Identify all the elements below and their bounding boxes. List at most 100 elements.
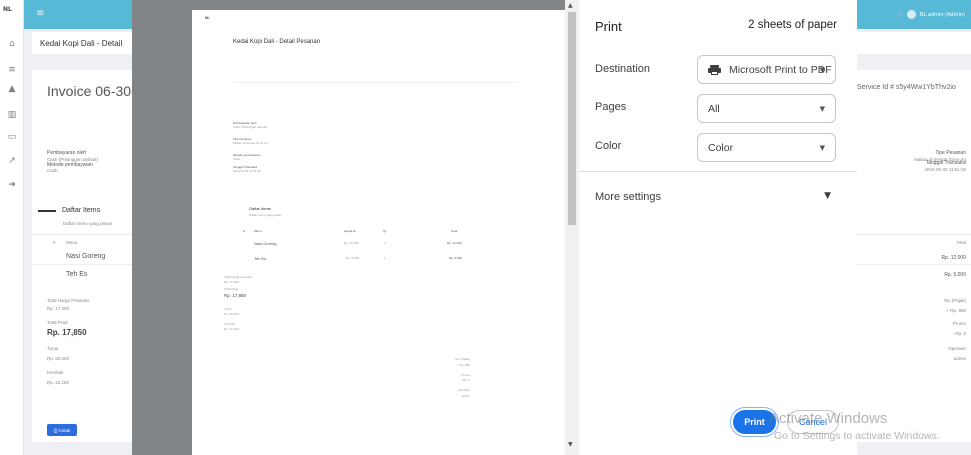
activate-windows-title: Activate Windows xyxy=(769,410,888,427)
scroll-down-icon[interactable]: ▼ xyxy=(568,441,573,448)
item1-total: Rp. 12.000 xyxy=(941,255,966,261)
operator-label: Operator xyxy=(948,346,966,351)
col-total: Total xyxy=(956,240,966,245)
transaction-date-label: Tanggal Transaksi xyxy=(925,160,966,166)
chevron-down-icon: ▼ xyxy=(819,144,825,152)
preview-divider xyxy=(233,82,518,83)
avatar xyxy=(906,10,916,19)
pages-value: All xyxy=(708,102,720,115)
preview-col-price: Harga at xyxy=(344,229,356,233)
row-divider xyxy=(32,264,132,265)
activate-windows-subtitle: Go to Settings to activate Windows. xyxy=(774,430,940,442)
table-header-divider-right xyxy=(855,234,971,235)
color-value: Color xyxy=(708,141,734,154)
invoice-title: Invoice 06-30-2 xyxy=(47,83,144,99)
expand-chevron-icon[interactable]: ▼ xyxy=(824,191,831,201)
preview-cash-value: Rp. 50,000 xyxy=(224,312,239,316)
preview-paid-by-value: Cash (Pelanggan default) xyxy=(233,125,268,129)
color-select[interactable]: Color ▼ xyxy=(697,133,836,162)
preview-total-order-value: Rp. 17.000 xyxy=(224,280,239,284)
payment-method-value: Cash xyxy=(47,168,58,173)
preview-date-value: 2024-06-30 11:51:26 xyxy=(233,169,261,173)
items-subtitle: Daftar menu yang pesan xyxy=(63,221,113,226)
transaction-date-value: 2024-06-30 11:51:26 xyxy=(924,167,966,172)
user-menu[interactable]: ◌ NL admin (Admin) xyxy=(898,10,965,19)
pages-label: Pages xyxy=(595,101,627,113)
preview-tax-value: + Rp. 850 xyxy=(456,363,470,367)
preview-col-qty: Qt xyxy=(383,229,387,233)
order-type-label: Tipe Pesanan xyxy=(935,150,966,156)
preview-row1-menu: Nasi Goreng xyxy=(254,241,277,246)
preview-row2-menu: Teh Es xyxy=(254,256,267,261)
more-settings-toggle[interactable]: More settings xyxy=(595,191,661,203)
chevron-down-icon: ▼ xyxy=(819,66,825,74)
total-order-value: Rp. 17.000 xyxy=(47,306,70,311)
preview-cash-label: Tunai xyxy=(224,307,232,311)
item1-menu: Nasi Goreng xyxy=(66,253,106,260)
preview-payment-value: Cash xyxy=(233,157,241,161)
breadcrumb-right xyxy=(855,32,971,54)
tax-value: + Rp. 850 xyxy=(946,308,966,313)
app-logo: NL xyxy=(3,6,12,13)
promo-label: Promo xyxy=(952,321,966,326)
item2-menu: Teh Es xyxy=(66,271,88,278)
chart-icon[interactable]: ↗ xyxy=(7,157,17,166)
preview-items-title: Daftar Items xyxy=(249,206,271,211)
preview-row2-qty: 1 xyxy=(384,256,386,260)
preview-col-no: # xyxy=(243,229,245,233)
print-title: Print xyxy=(595,19,622,34)
service-id: Service Id # s5y4Ww1YbThv2io xyxy=(857,84,956,91)
destination-value: Microsoft Print to PDF xyxy=(729,63,832,76)
cetak-label: Cetak xyxy=(58,427,71,433)
color-label: Color xyxy=(595,140,622,152)
preview-logo: NL xyxy=(205,16,210,20)
item2-total: Rp. 5.000 xyxy=(944,272,966,278)
scroll-up-icon[interactable]: ▲ xyxy=(568,2,573,9)
breadcrumb-title: Kedai Kopi Dali - Detail xyxy=(40,39,123,48)
preview-row1-qty: 1 xyxy=(384,241,386,245)
hamburger-icon[interactable]: ≡ xyxy=(36,8,44,19)
sidebar: NL ⌂ ≡ ▲ ▥ ▭ ↗ ➜ xyxy=(0,0,24,455)
tax-label: Tax (Pajak) xyxy=(943,298,966,303)
alert-icon[interactable]: ▲ xyxy=(7,85,17,94)
bell-icon[interactable]: ◌ xyxy=(898,12,902,18)
preview-row1-total: Rp. 12.000 xyxy=(447,241,462,245)
logout-icon[interactable]: ➜ xyxy=(7,181,17,190)
home-icon[interactable]: ⌂ xyxy=(7,40,17,49)
preview-operator-label: Operator xyxy=(458,388,470,392)
promo-value: - Rp. 0 xyxy=(952,331,966,336)
preview-tax-label: Tax (Pajak) xyxy=(454,357,470,361)
preview-col-total: Total xyxy=(451,229,458,233)
total-order-label: Total Harga Pesanan xyxy=(47,298,90,303)
chevron-down-icon: ▼ xyxy=(819,105,825,113)
preview-order-type-value: Makan di tempat (Dine In) xyxy=(233,141,268,145)
preview-col-menu: Menu xyxy=(254,229,262,233)
print-settings-panel: Print 2 sheets of paper Destination Micr… xyxy=(579,0,857,455)
section-marker xyxy=(38,210,56,212)
preview-promo-label: Promo xyxy=(461,373,470,377)
table-header-divider xyxy=(32,234,132,235)
paid-by-label: Pembayaran oleh xyxy=(47,150,87,156)
preview-page: NL Kedai Kopi Dali - Detail Pesanan Pemb… xyxy=(192,10,565,455)
pages-select[interactable]: All ▼ xyxy=(697,94,836,123)
preview-scrollbar[interactable]: ▲ ▼ xyxy=(565,0,579,455)
cetak-button[interactable]: ⎙ Cetak xyxy=(47,424,77,436)
scrollbar-thumb[interactable] xyxy=(568,12,576,225)
row-divider-right xyxy=(855,264,971,265)
preview-title: Kedai Kopi Dali - Detail Pesanan xyxy=(233,39,321,45)
bank-icon[interactable]: ▥ xyxy=(7,111,17,120)
preview-row1-price: Rp. 12.000 xyxy=(344,241,359,245)
preview-total-order-label: Total Harga Pesanan xyxy=(224,275,253,279)
card-icon[interactable]: ▭ xyxy=(7,133,17,142)
user-label: NL admin (Admin) xyxy=(919,11,965,18)
operator-value: admin xyxy=(953,356,966,361)
change-value: Rp. 32,150 xyxy=(47,380,70,385)
preview-final-value: Rp. 17,850 xyxy=(224,293,247,298)
change-label: Kembali xyxy=(47,370,64,375)
destination-label: Destination xyxy=(595,63,651,75)
preview-items-subtitle: Daftar menu yang pesan xyxy=(249,213,282,217)
list-icon[interactable]: ≡ xyxy=(7,66,17,75)
final-total-value: Rp. 17,850 xyxy=(47,328,87,337)
destination-select[interactable]: Microsoft Print to PDF ▼ xyxy=(697,55,836,84)
preview-final-label: Total Final xyxy=(224,287,238,291)
